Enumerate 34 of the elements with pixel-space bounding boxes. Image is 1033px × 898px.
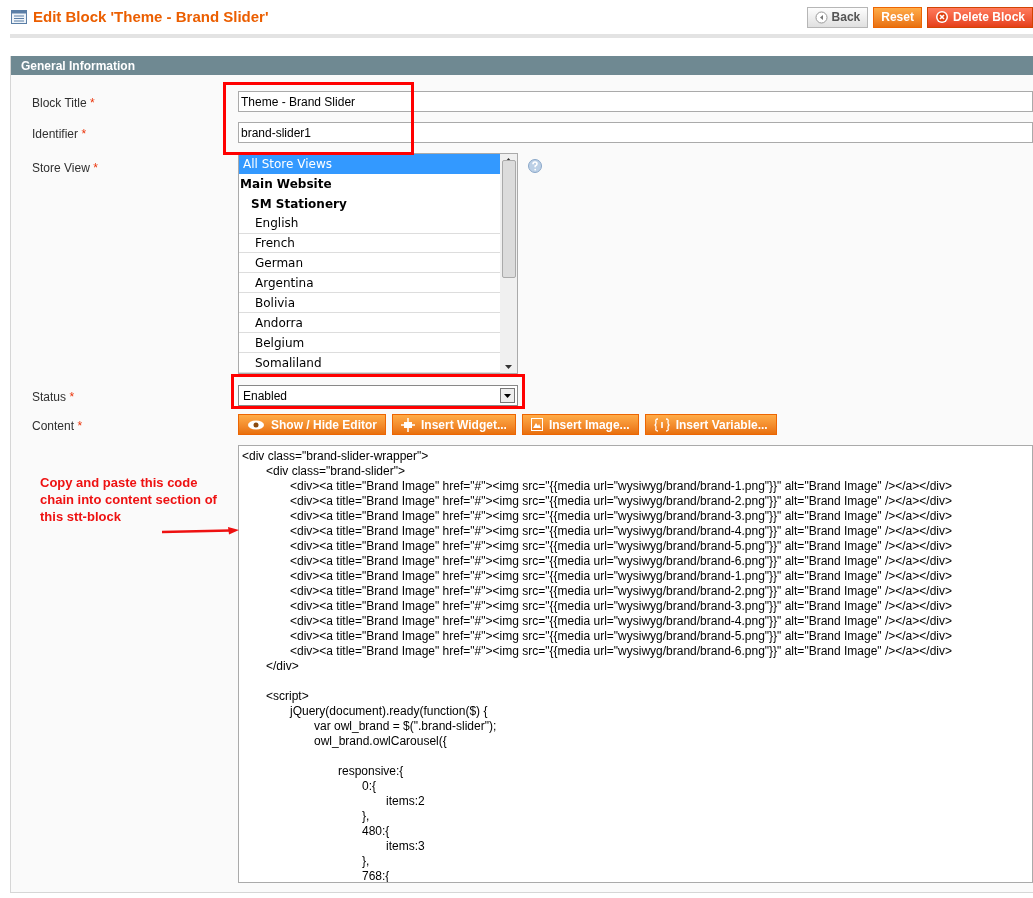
scroll-thumb[interactable]: [501, 159, 516, 278]
store-view-option[interactable]: Bolivia: [239, 293, 500, 314]
annotation-text: Copy and paste this code chain into content section of this stt-block: [40, 474, 218, 525]
variable-icon: [653, 417, 670, 432]
image-icon: [530, 418, 543, 431]
block-title-input[interactable]: Theme - Brand Slider: [238, 91, 1033, 112]
eye-icon: [247, 419, 265, 430]
field-label: Content *: [32, 418, 83, 433]
identifier-input[interactable]: brand-slider1: [238, 122, 1033, 143]
section-header: General Information: [11, 56, 1033, 75]
field-label: Identifier *: [32, 126, 87, 141]
store-view-option[interactable]: German: [239, 253, 500, 274]
scrollbar[interactable]: [500, 154, 517, 373]
field-label: Status *: [32, 389, 75, 404]
field-label: Block Title *: [32, 95, 95, 110]
grid-icon: [11, 10, 27, 24]
code-text: <div class="brand-slider-wrapper"> <div class="brand-slider"> <div><a title="Brand Image" href="#"><img src="{{media url="wysiwyg/brand/brand-1.png"}}" alt="Brand Image" /></a></div> <div><a title="Brand Image" href="#"><img src="{{media url="wysiwyg/brand/brand-2.png"}}" alt="Brand Image" /></a></div> <div><a title="Brand Image" href="#"><img src="{{media url="wysiwyg/brand/brand-3.png"}}" alt="Brand Image" /></a></div> <div><a title="Brand Image" href="#"><img src="{{media url="wysiwyg/brand/brand-4.png"}}" alt="Brand Image" /></a></div> <div><a title="Brand Image" href="#"><img src="{{media url="wysiwyg/brand/brand-5.png"}}" alt="Brand Image" /></a></div> <div><a title="Brand Image" href="#"><img src="{{media url="wysiwyg/brand/brand-6.png"}}" alt="Brand Image" /></a></div> <div><a title="Brand Image" href="#"><img src="{{media url="wysiwyg/brand/brand-1.png"}}" alt="Brand Image" /></a></div> <div><a title="Brand Image" href="#"><img src="{{media url="wysiwyg/brand/brand-2.png"}}" alt="Brand Image" /></a></div> <div><a title="Brand Image" href="#"><img src="{{media url="wysiwyg/brand/brand-3.png"}}" alt="Brand Image" /></a></div> <div><a title="Brand Image" href="#"><img src="{{media url="wysiwyg/brand/brand-4.png"}}" alt="Brand Image" /></a></div> <div><a title="Brand Image" href="#"><img src="{{media url="wysiwyg/brand/brand-5.png"}}" alt="Brand Image" /></a></div> <div><a title="Brand Image" href="#"><img src="{{media url="wysiwyg/brand/brand-6.png"}}" alt="Brand Image" /></a></div> </div> <script> jQuery(document).ready(function($) { var owl_brand = $(".brand-slider"); owl_brand.owlCarousel({ responsive:{ 0:{ items:2 }, 480:{ items:3 }, 768:{: [242, 449, 953, 882]
store-view-option[interactable]: Argentina: [239, 273, 500, 294]
store-view-option[interactable]: Main Website: [239, 173, 500, 194]
store-view-option[interactable]: Somaliland: [239, 353, 500, 373]
store-view-list[interactable]: All Store Views Main Website SM Stationery English French German Argentina Bolivia Andorra Belgium Somaliland: [238, 153, 518, 374]
store-view-option[interactable]: Andorra: [239, 313, 500, 334]
close-icon: [934, 10, 949, 24]
store-view-option[interactable]: French: [239, 233, 500, 254]
widget-icon: [401, 417, 415, 432]
status-select[interactable]: Enabled: [238, 385, 518, 406]
page-title: Edit Block 'Theme - Brand Slider': [33, 6, 269, 27]
field-label: Store View *: [32, 161, 98, 175]
store-view-option[interactable]: Belgium: [239, 333, 500, 354]
store-view-option[interactable]: SM Stationery: [239, 193, 500, 214]
store-view-option[interactable]: English: [239, 213, 500, 234]
back-button[interactable]: Back: [806, 6, 869, 28]
help-icon[interactable]: [528, 159, 542, 173]
scroll-down-icon[interactable]: [505, 365, 512, 369]
